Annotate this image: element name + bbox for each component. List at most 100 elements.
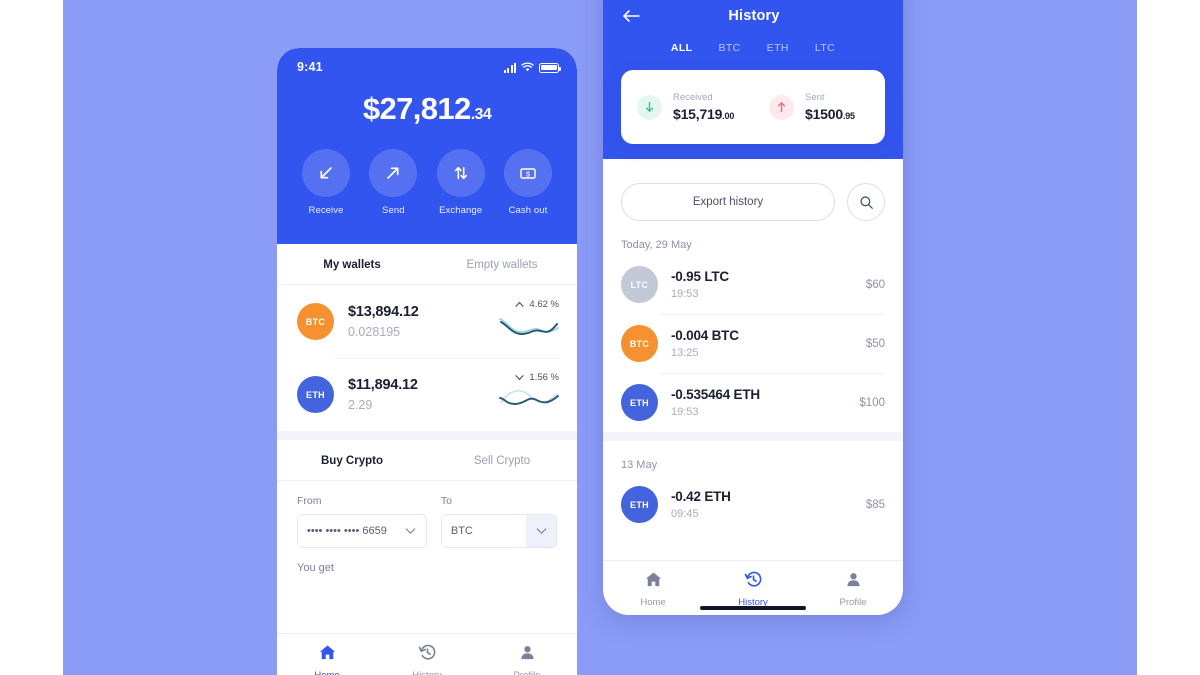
action-receive-label: Receive [308, 205, 344, 216]
summary-sent-label: Sent [805, 92, 825, 103]
history-icon [418, 644, 435, 660]
coin-badge-btc: BTC [297, 303, 334, 340]
status-bar-time: 9:41 [297, 60, 323, 74]
balance-cents: .34 [470, 106, 492, 123]
transaction-row[interactable]: ETH -0.535464 ETH 19:53 $100 [603, 373, 903, 432]
action-send[interactable]: Send [364, 149, 422, 216]
wallet-row-eth[interactable]: ETH $11,894.12 2.29 1.56 % [277, 358, 577, 431]
home-bottom-nav: Home History Profile [277, 633, 577, 675]
trade-tabs: Buy Crypto Sell Crypto [277, 440, 577, 481]
to-label: To [440, 495, 452, 507]
action-exchange[interactable]: Exchange [432, 149, 490, 216]
transaction-info: -0.42 ETH 09:45 [671, 489, 866, 520]
tab-empty-wallets[interactable]: Empty wallets [427, 259, 577, 271]
to-select[interactable]: BTC [440, 514, 557, 548]
you-get-label: You get [297, 562, 334, 574]
transaction-info: -0.535464 ETH 19:53 [671, 387, 859, 418]
nav-home-label: Home [640, 597, 666, 608]
action-send-label: Send [382, 205, 405, 216]
arrow-down-icon [637, 94, 662, 120]
coin-badge-ltc: LTC [621, 266, 658, 303]
send-bubble [369, 149, 418, 197]
signal-icon [503, 62, 516, 73]
wallet-eth-change-value: 1.56 % [529, 372, 559, 383]
to-value: BTC [450, 525, 473, 537]
history-bottom-nav: Home History Profile [603, 560, 903, 615]
group-date-13-may: 13 May [621, 459, 658, 471]
wallet-btc-change-value: 4.62 % [529, 299, 559, 310]
arrow-up-icon [769, 94, 794, 120]
transaction-row[interactable]: LTC -0.95 LTC 19:53 $60 [603, 255, 903, 314]
summary-received-label: Received [673, 92, 713, 103]
sparkline-eth [499, 389, 559, 405]
filter-ltc[interactable]: LTC [815, 42, 835, 54]
group-date-today: Today, 29 May [621, 239, 692, 251]
person-icon [846, 573, 860, 587]
filter-btc[interactable]: BTC [718, 42, 740, 54]
history-top-bar: History [603, 0, 903, 24]
history-title: History [728, 8, 780, 24]
wallet-btc-change: 4.62 % [487, 299, 559, 310]
export-history-button[interactable]: Export history [621, 183, 835, 221]
transaction-fiat: $85 [865, 498, 885, 511]
field-to: To BTC [440, 495, 557, 548]
filter-eth[interactable]: ETH [767, 42, 789, 54]
history-content: Export history Today, 29 May LTC -0.95 L… [603, 159, 903, 534]
sparkline-btc [499, 318, 559, 336]
action-receive[interactable]: Receive [297, 149, 355, 216]
arrow-up-right-icon [387, 167, 399, 179]
tab-sell-crypto[interactable]: Sell Crypto [427, 455, 577, 467]
summary-received: Received $15,719.00 [621, 92, 753, 122]
wallet-row-btc[interactable]: BTC $13,894.12 0.028195 4.62 % [277, 285, 577, 358]
summary-received-value: $15,719.00 [673, 106, 734, 122]
group-divider [603, 432, 903, 441]
history-filters: ALL BTC ETH LTC [603, 42, 903, 54]
nav-history[interactable]: History [377, 643, 477, 675]
arrow-down-left-icon [320, 167, 332, 179]
nav-profile-label: Profile [839, 597, 867, 608]
left-white-band [0, 0, 63, 675]
transaction-row[interactable]: ETH -0.42 ETH 09:45 $85 [603, 475, 903, 534]
exchange-bubble [436, 149, 485, 197]
nav-home[interactable]: Home [603, 570, 703, 608]
section-divider [277, 431, 577, 440]
transaction-row[interactable]: BTC -0.004 BTC 13:25 $50 [603, 314, 903, 373]
tab-my-wallets[interactable]: My wallets [277, 259, 427, 271]
summary-received-text: Received $15,719.00 [673, 92, 734, 122]
home-indicator [700, 606, 806, 610]
transaction-time: 19:53 [671, 406, 699, 418]
wallet-btc-info: $13,894.12 0.028195 [348, 304, 487, 339]
summary-sent: Sent $1500.95 [753, 92, 885, 122]
nav-history[interactable]: History [703, 570, 803, 608]
wallet-tabs: My wallets Empty wallets [277, 244, 577, 285]
transaction-info: -0.95 LTC 19:53 [671, 269, 866, 300]
home-icon [319, 645, 335, 660]
nav-profile-label: Profile [477, 670, 577, 675]
transaction-amount: -0.42 ETH [671, 489, 731, 504]
summary-sent-text: Sent $1500.95 [805, 92, 855, 122]
transaction-fiat: $50 [865, 337, 885, 350]
search-button[interactable] [847, 183, 885, 221]
action-cash-out[interactable]: $ Cash out [499, 149, 557, 216]
nav-profile[interactable]: Profile [803, 570, 903, 608]
nav-home[interactable]: Home [277, 643, 377, 675]
filter-all[interactable]: ALL [671, 42, 693, 54]
action-cash-out-label: Cash out [508, 205, 548, 216]
summary-card: Received $15,719.00 Sent $1500.95 [621, 70, 885, 144]
coin-badge-eth: ETH [621, 384, 658, 421]
svg-text:$: $ [526, 169, 530, 178]
home-header: 9:41 $27,812.34 Receive Send Exchange $ … [277, 48, 577, 244]
status-bar-icons [503, 62, 561, 73]
history-icon [744, 571, 761, 587]
wallet-eth-amount: 2.29 [348, 398, 373, 412]
nav-profile[interactable]: Profile [477, 643, 577, 675]
coin-badge-eth: ETH [621, 486, 658, 523]
trade-form: From •••• •••• •••• 6659 To BTC You get [277, 481, 577, 574]
tab-buy-crypto[interactable]: Buy Crypto [277, 455, 427, 467]
chevron-down-icon [515, 375, 524, 381]
trade-section: Buy Crypto Sell Crypto From •••• •••• ••… [277, 440, 577, 574]
from-select[interactable]: •••• •••• •••• 6659 [297, 514, 427, 548]
transaction-info: -0.004 BTC 13:25 [671, 328, 866, 359]
wallet-eth-change: 1.56 % [487, 372, 559, 383]
field-from: From •••• •••• •••• 6659 [297, 495, 427, 548]
